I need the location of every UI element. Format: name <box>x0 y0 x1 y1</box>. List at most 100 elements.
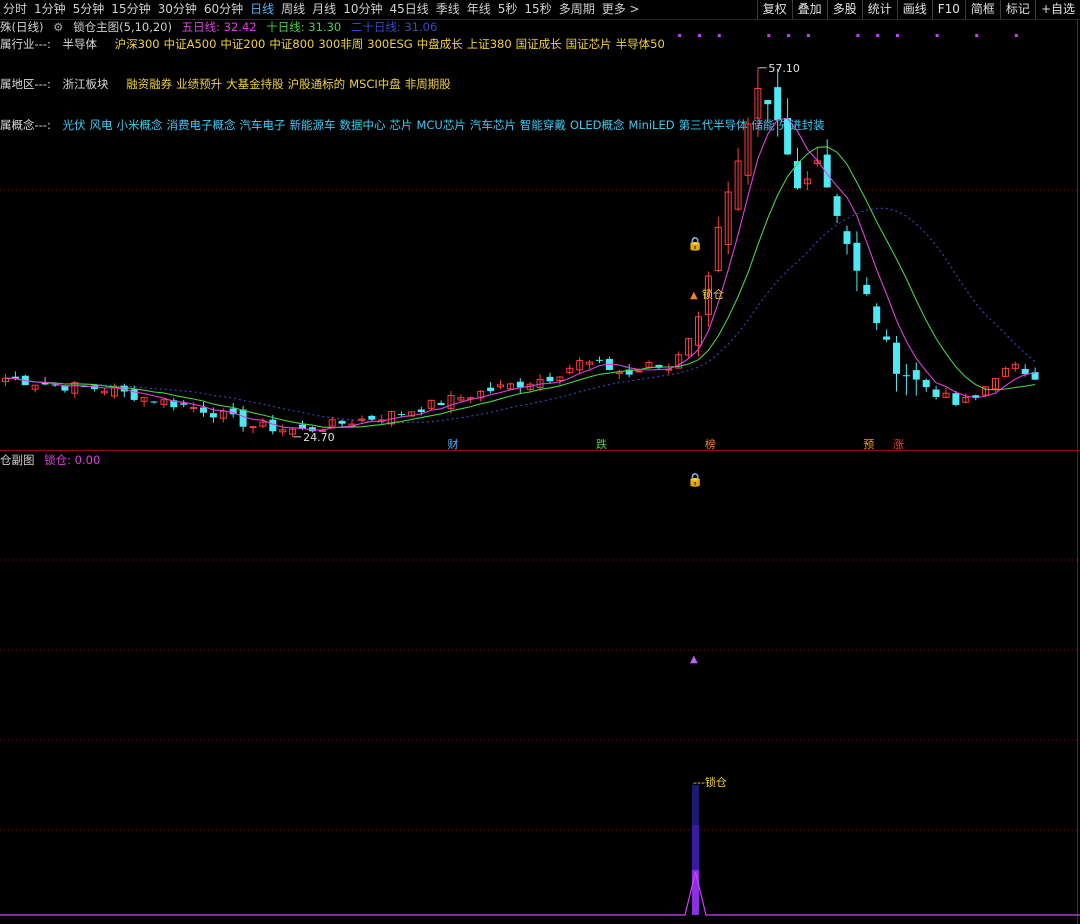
tab-period-11[interactable]: 季线 <box>433 0 464 19</box>
region-tag[interactable]: 融资融券 <box>126 77 172 91</box>
candle-body <box>130 389 138 400</box>
candle-body <box>942 392 950 398</box>
signal-dot <box>935 34 939 37</box>
industry-tag[interactable]: 300ESG <box>367 37 412 51</box>
candle-body <box>338 420 346 424</box>
settings-icon[interactable]: ⚙ <box>53 20 63 34</box>
concept-tag[interactable]: 智能穿戴 <box>520 118 566 132</box>
concept-tag[interactable]: 风电 <box>89 118 112 132</box>
concept-tag[interactable]: 储能 <box>752 118 775 132</box>
candle-body <box>170 400 178 408</box>
tab-period-15[interactable]: 多周期 <box>556 0 599 19</box>
indicator-name[interactable]: 锁仓主图(5,10,20) <box>73 20 172 34</box>
candle-body <box>536 379 544 388</box>
tab-period-14[interactable]: 15秒 <box>521 0 555 19</box>
candle-body <box>823 154 831 188</box>
tool-button-5[interactable]: F10 <box>931 0 965 19</box>
sub-chart-legend: 仓副图 锁仓: 0.00 <box>0 453 100 467</box>
industry-tag[interactable]: 中盘成长 <box>417 37 463 51</box>
lock-signal-icon: ▲ <box>690 290 698 301</box>
industry-tag[interactable]: 300非周 <box>318 37 363 51</box>
event-marker: 预 <box>863 438 874 451</box>
chart-canvas[interactable]: 57.10 24.70 🔒 ▲ 锁仓财 跌 榜 预 涨 🔒 ▲ ---锁仓 <box>0 0 1080 924</box>
tab-period-16[interactable]: 更多 > <box>599 0 644 19</box>
candle-body <box>843 231 851 244</box>
tool-button-6[interactable]: 简框 <box>964 0 1000 19</box>
tool-button-7[interactable]: 标记 <box>999 0 1035 19</box>
industry-tag[interactable]: 国证成长 <box>516 37 562 51</box>
industry-tag[interactable]: 沪深300 <box>115 37 160 51</box>
industry-tag[interactable]: 中证200 <box>220 37 265 51</box>
signal-dot <box>787 34 791 37</box>
industry-tag[interactable]: 中证800 <box>269 37 314 51</box>
candle-body <box>526 383 534 390</box>
concept-tag[interactable]: 第三代半导体 <box>679 118 748 132</box>
tab-period-5[interactable]: 60分钟 <box>201 0 247 19</box>
industry-tag[interactable]: 国证芯片 <box>566 37 612 51</box>
tool-button-3[interactable]: 统计 <box>861 0 897 19</box>
ma-legend: 殊(日线) ⚙ 锁仓主图(5,10,20) 五日线: 32.42 十日线: 31… <box>0 19 443 35</box>
concept-tag[interactable]: 消费电子概念 <box>166 118 235 132</box>
tool-button-1[interactable]: 叠加 <box>791 0 827 19</box>
concept-tag[interactable]: 汽车芯片 <box>470 118 516 132</box>
candle-body <box>764 99 772 105</box>
concept-tag[interactable]: MiniLED <box>628 118 674 132</box>
tab-period-13[interactable]: 5秒 <box>495 0 522 19</box>
lock-icon: 🔒 <box>687 237 703 252</box>
tab-period-12[interactable]: 年线 <box>464 0 495 19</box>
annotations: 57.10 24.70 🔒 ▲ 锁仓财 跌 榜 预 涨 <box>293 34 1018 451</box>
ma5-path <box>5 117 1036 431</box>
tab-period-4[interactable]: 30分钟 <box>155 0 201 19</box>
candle-body <box>299 424 306 429</box>
concept-tag[interactable]: 小米概念 <box>116 118 162 132</box>
tab-period-6[interactable]: 日线 <box>247 0 278 19</box>
candle-body <box>863 284 871 295</box>
high-price-label: 57.10 <box>768 62 800 75</box>
candle-body <box>110 387 118 397</box>
concept-tags: 光伏 风电 小米概念 消费电子概念 汽车电子 新能源车 数据中心 芯片 MCU芯片 汽车芯片 智能穿… <box>62 118 828 132</box>
region-tag[interactable]: 非周期股 <box>405 77 451 91</box>
tab-period-0[interactable]: 分时 <box>0 0 31 19</box>
candle-body <box>51 384 59 386</box>
region-tag[interactable]: 大基金持股 <box>226 77 284 91</box>
sub-lock-icon: 🔒 <box>687 473 703 488</box>
region-tag[interactable]: MSCI中盘 <box>349 77 401 91</box>
tool-buttons: 复权 叠加 多股 统计 画线 F10 简框 标记 +自选 <box>756 0 1080 19</box>
tab-period-3[interactable]: 15分钟 <box>108 0 154 19</box>
candle-body <box>279 429 287 433</box>
concept-tag[interactable]: 汽车电子 <box>239 118 285 132</box>
industry-tags: 沪深300 中证A500 中证200 中证800 300非周 300ESG 中盘成长 上证38… <box>115 37 669 51</box>
region-tag[interactable]: 业绩预升 <box>176 77 222 91</box>
tab-period-9[interactable]: 10分钟 <box>340 0 386 19</box>
tool-button-8[interactable]: +自选 <box>1034 0 1080 19</box>
region-tag[interactable]: 沪股通标的 <box>288 77 346 91</box>
candle-body <box>41 382 49 385</box>
candle-body <box>477 390 485 399</box>
tab-period-2[interactable]: 5分钟 <box>70 0 109 19</box>
concept-tag[interactable]: 芯片 <box>389 118 412 132</box>
concept-tag[interactable]: MCU芯片 <box>416 118 465 132</box>
candle-body <box>200 407 207 413</box>
candle-body <box>61 385 69 391</box>
tool-button-2[interactable]: 多股 <box>826 0 862 19</box>
tab-period-10[interactable]: 45日线 <box>386 0 432 19</box>
region-value: 浙江板块 <box>62 77 109 91</box>
candle-body <box>932 389 940 397</box>
industry-tag[interactable]: 中证A500 <box>164 37 217 51</box>
candle-body <box>140 397 148 402</box>
tab-period-7[interactable]: 周线 <box>278 0 309 19</box>
concept-tag[interactable]: 新能源车 <box>289 118 335 132</box>
tool-button-4[interactable]: 画线 <box>896 0 932 19</box>
industry-tag[interactable]: 半导体50 <box>616 37 665 51</box>
concept-tag[interactable]: 光伏 <box>62 118 85 132</box>
concept-tag[interactable]: 先进封装 <box>779 118 825 132</box>
candle-body <box>586 361 594 365</box>
concept-tag[interactable]: 数据中心 <box>339 118 385 132</box>
candle-body <box>457 397 465 401</box>
tab-period-1[interactable]: 1分钟 <box>31 0 70 19</box>
candle-body <box>487 387 495 392</box>
tab-period-8[interactable]: 月线 <box>309 0 340 19</box>
industry-tag[interactable]: 上证380 <box>467 37 512 51</box>
concept-tag[interactable]: OLED概念 <box>570 118 625 132</box>
tool-button-0[interactable]: 复权 <box>756 0 792 19</box>
